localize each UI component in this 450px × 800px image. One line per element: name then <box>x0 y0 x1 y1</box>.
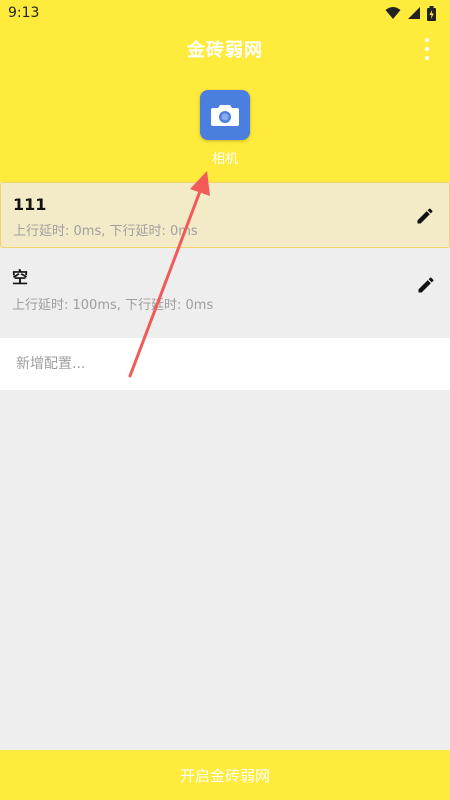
camera-app-icon[interactable] <box>200 90 250 140</box>
config-item[interactable]: 空 上行延时: 100ms, 下行延时: 0ms <box>0 252 450 318</box>
start-weak-network-button[interactable]: 开启金砖弱网 <box>0 750 450 800</box>
config-name: 空 <box>12 268 29 287</box>
more-options-icon[interactable] <box>420 38 434 60</box>
config-name: 111 <box>13 195 47 214</box>
status-bar: 9:13 <box>0 0 450 26</box>
edit-icon[interactable] <box>416 275 436 295</box>
app-bar: 金砖弱网 <box>0 26 450 72</box>
battery-icon <box>427 5 436 21</box>
app-title: 金砖弱网 <box>187 40 263 61</box>
config-item[interactable]: 111 上行延时: 0ms, 下行延时: 0ms <box>0 182 450 248</box>
target-app-panel: 相机 <box>0 72 450 182</box>
signal-icon <box>408 7 420 19</box>
edit-icon[interactable] <box>415 206 435 226</box>
config-detail: 上行延时: 100ms, 下行延时: 0ms <box>12 298 214 313</box>
add-config-input[interactable] <box>16 356 434 372</box>
status-time: 9:13 <box>8 5 40 21</box>
config-detail: 上行延时: 0ms, 下行延时: 0ms <box>13 224 198 239</box>
camera-icon <box>211 105 239 126</box>
add-config-row <box>0 338 450 390</box>
app-name-label: 相机 <box>211 152 238 167</box>
wifi-icon <box>385 7 401 19</box>
status-icons <box>385 5 436 21</box>
